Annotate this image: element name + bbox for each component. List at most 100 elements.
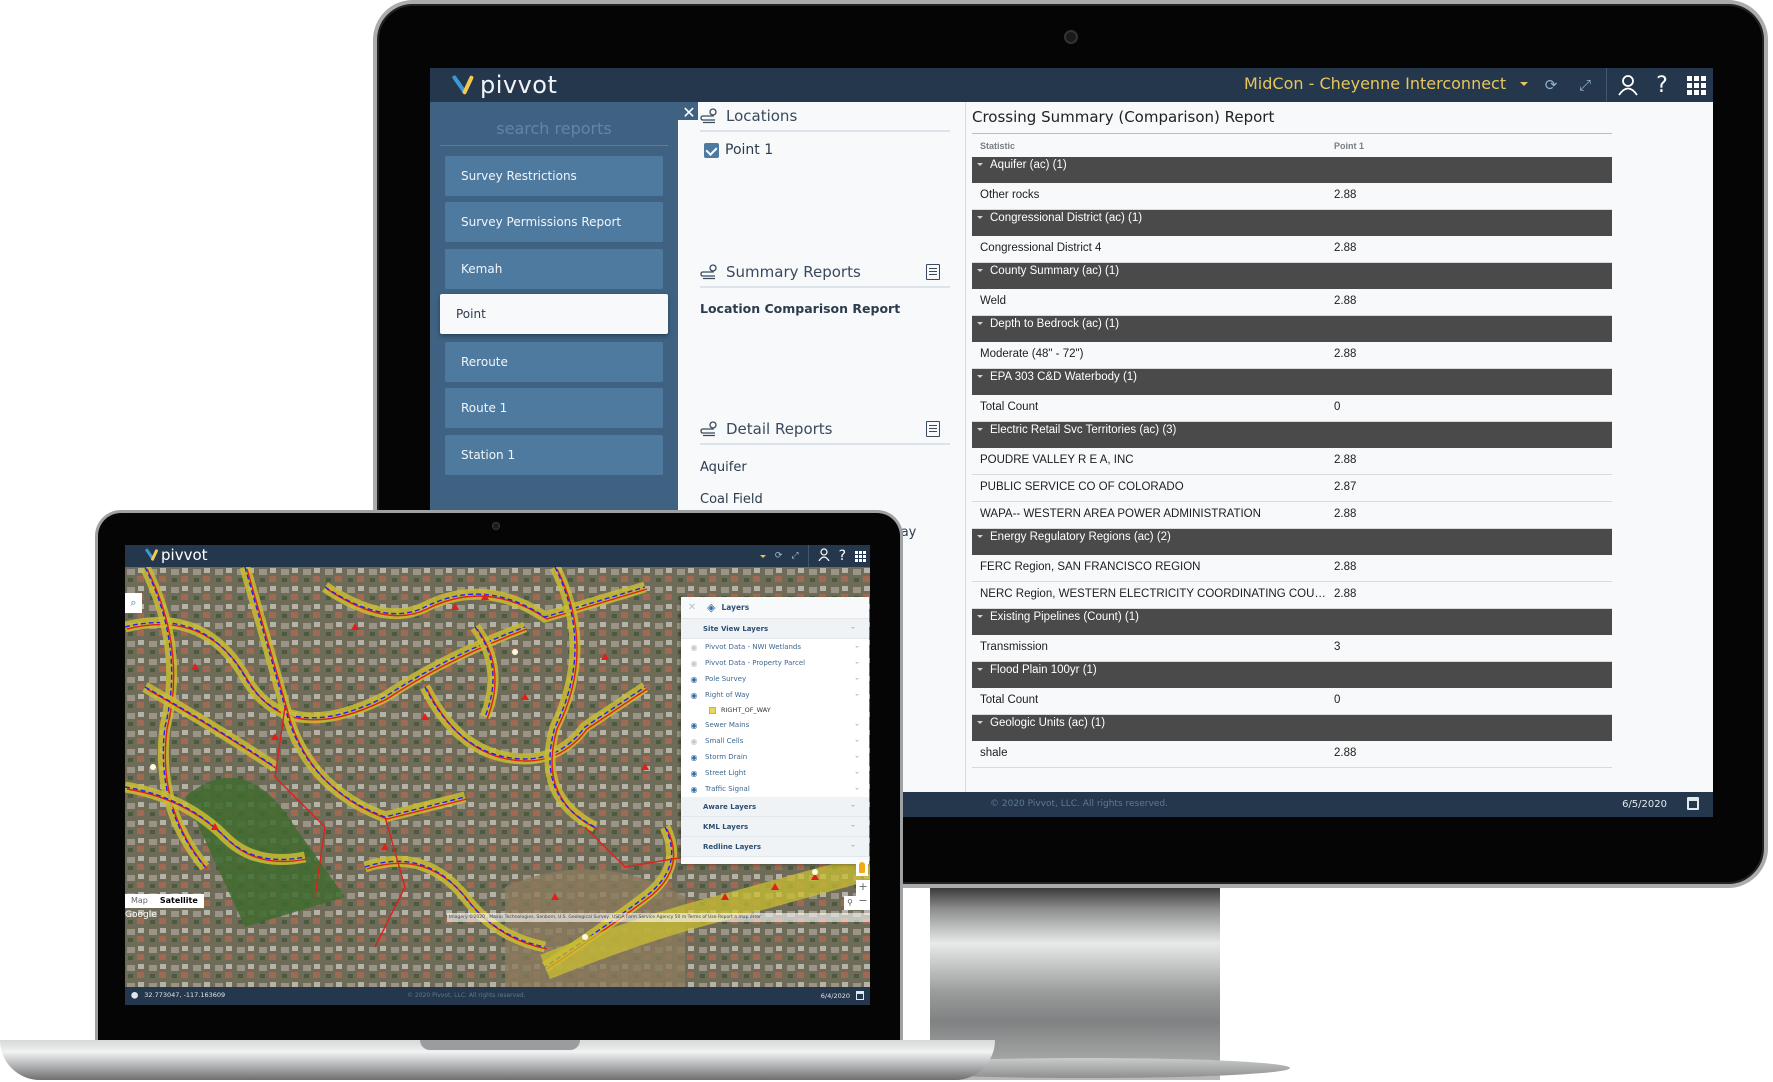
layer-item[interactable]: ◉ Small Cells xyxy=(681,733,869,749)
summary-reports-header: Summary Reports xyxy=(700,258,950,288)
eye-icon[interactable]: ◉ xyxy=(689,675,699,684)
layer-group-header[interactable]: Redline Layers xyxy=(681,837,869,857)
document-icon[interactable] xyxy=(926,264,940,280)
statistic-cell: Other rocks xyxy=(980,189,1040,201)
table-row: Total Count 0 xyxy=(972,688,1612,715)
help-icon[interactable]: ? xyxy=(839,548,846,564)
layer-item[interactable]: ◉ Street Light xyxy=(681,765,869,781)
statistic-cell: WAPA-- WESTERN AREA POWER ADMINISTRATION xyxy=(980,508,1261,520)
street-light-marker[interactable] xyxy=(812,869,818,875)
value-cell: 2.87 xyxy=(1334,481,1357,493)
report-group-header[interactable]: Congressional District (ac) (1) xyxy=(972,210,1612,236)
refresh-icon[interactable]: ⟳ xyxy=(775,551,783,561)
report-group-header[interactable]: Energy Regulatory Regions (ac) (2) xyxy=(972,529,1612,555)
layer-item[interactable]: ◉ Storm Drain xyxy=(681,749,869,765)
layers-title: Layers xyxy=(721,603,750,612)
map-search-button[interactable]: ⌕ xyxy=(125,593,142,613)
eye-off-icon[interactable]: ◉ xyxy=(689,643,699,652)
layer-group-header[interactable]: Site View Layers xyxy=(681,619,869,639)
street-light-marker[interactable] xyxy=(512,649,518,655)
zoom-in-button[interactable]: + xyxy=(856,880,870,894)
sidebar-item-survey-permissions-report[interactable]: Survey Permissions Report xyxy=(445,202,663,242)
value-cell: 2.88 xyxy=(1334,454,1357,466)
layer-label: Pivvot Data - Property Parcel xyxy=(705,659,806,667)
location-pin-button[interactable]: ⚲ xyxy=(844,896,856,910)
checkbox-checked-icon[interactable] xyxy=(704,142,719,158)
report-group-header[interactable]: County Summary (ac) (1) xyxy=(972,263,1612,289)
refresh-icon[interactable]: ⟳ xyxy=(1534,68,1568,102)
eye-off-icon[interactable]: ◉ xyxy=(689,737,699,746)
project-name: MidCon - Cheyenne Interconnect xyxy=(1244,74,1507,93)
location-point-1[interactable]: Point 1 xyxy=(704,142,773,158)
street-light-marker[interactable] xyxy=(150,764,156,770)
summary-report-item[interactable]: Location Comparison Report xyxy=(700,301,900,316)
project-selector[interactable]: MidCon - Cheyenne Interconnect xyxy=(1244,74,1529,93)
layer-item[interactable]: ◉ Pole Survey xyxy=(681,671,869,687)
chevron-down-icon xyxy=(1520,81,1529,86)
calendar-icon[interactable] xyxy=(856,991,864,1000)
report-group-header[interactable]: Aquifer (ac) (1) xyxy=(972,157,1612,183)
chevron-down-icon[interactable] xyxy=(759,554,766,558)
sidebar-item-station-1[interactable]: Station 1 xyxy=(445,435,663,475)
report-group-header[interactable]: Flood Plain 100yr (1) xyxy=(972,662,1612,688)
sidebar-item-reroute[interactable]: Reroute xyxy=(445,342,663,382)
sidebar-item-kemah[interactable]: Kemah xyxy=(445,249,663,289)
close-icon[interactable]: ✕ xyxy=(681,602,703,613)
layer-group-header[interactable]: Aware Layers xyxy=(681,797,869,817)
sidebar-item-point[interactable]: Point xyxy=(440,294,668,334)
map-type-satellite[interactable]: Satellite xyxy=(154,894,204,908)
zoom-out-button[interactable]: − xyxy=(856,894,870,908)
eye-icon[interactable]: ◉ xyxy=(689,721,699,730)
eye-icon[interactable]: ◉ xyxy=(689,691,699,700)
layer-item[interactable]: ◉ Traffic Signal xyxy=(681,781,869,797)
user-icon[interactable] xyxy=(1611,68,1645,102)
location-pin-icon: ⬤ xyxy=(131,991,139,999)
value-cell: 3 xyxy=(1334,641,1341,653)
document-icon[interactable] xyxy=(926,421,940,437)
column-header-point-1[interactable]: Point 1 xyxy=(1334,141,1364,151)
column-header-statistic[interactable]: Statistic xyxy=(972,141,1334,151)
eye-off-icon[interactable]: ◉ xyxy=(689,659,699,668)
sidebar-item-survey-restrictions[interactable]: Survey Restrictions xyxy=(445,156,663,196)
fullscreen-icon[interactable]: ⤢ xyxy=(791,551,798,561)
fullscreen-icon[interactable]: ⤢ xyxy=(1568,68,1602,102)
locations-title: Locations xyxy=(726,107,798,125)
zoom-controls: + − xyxy=(856,880,870,910)
value-cell: 2.88 xyxy=(1334,242,1357,254)
statistic-cell: shale xyxy=(980,747,1008,759)
satellite-map[interactable]: ⌕ ✕ ◈ Layers Site View Layers ◉ Pivvot Dat… xyxy=(125,564,870,987)
close-icon[interactable]: ✕ xyxy=(680,104,698,122)
layer-item[interactable]: ◉ Pivvot Data - Property Parcel xyxy=(681,655,869,671)
report-group-header[interactable]: Depth to Bedrock (ac) (1) xyxy=(972,316,1612,342)
street-light-marker[interactable] xyxy=(582,934,588,940)
layer-item[interactable]: ◉ Sewer Mains xyxy=(681,717,869,733)
table-row: FERC Region, SAN FRANCISCO REGION 2.88 xyxy=(972,555,1612,582)
map-type-map[interactable]: Map xyxy=(125,894,154,908)
help-icon[interactable]: ? xyxy=(1645,68,1679,102)
report-group-header[interactable]: Existing Pipelines (Count) (1) xyxy=(972,609,1612,635)
detail-report-item[interactable]: Coal Field xyxy=(700,492,763,507)
detail-report-item[interactable]: Aquifer xyxy=(700,460,747,475)
pivvot-logo[interactable]: pivvot xyxy=(451,70,557,100)
table-row: Congressional District 4 2.88 xyxy=(972,236,1612,263)
calendar-icon[interactable] xyxy=(1687,797,1699,810)
sidebar-item-route-1[interactable]: Route 1 xyxy=(445,388,663,428)
eye-icon[interactable]: ◉ xyxy=(689,769,699,778)
layer-item[interactable]: ◉ Right of Way xyxy=(681,687,869,703)
logo-mark-icon xyxy=(451,74,476,96)
pivvot-logo[interactable]: pivvot xyxy=(144,546,208,564)
street-view-pegman-icon[interactable] xyxy=(856,860,868,876)
user-icon[interactable] xyxy=(818,547,830,565)
report-group-header[interactable]: EPA 303 C&D Waterbody (1) xyxy=(972,369,1612,395)
report-group-header[interactable]: Electric Retail Svc Territories (ac) (3) xyxy=(972,422,1612,448)
eye-icon[interactable]: ◉ xyxy=(689,753,699,762)
report-group-header[interactable]: Geologic Units (ac) (1) xyxy=(972,715,1612,741)
apps-grid-icon[interactable] xyxy=(855,550,866,562)
apps-grid-icon[interactable] xyxy=(1679,68,1713,102)
layer-group-header[interactable]: KML Layers xyxy=(681,817,869,837)
eye-icon[interactable]: ◉ xyxy=(689,785,699,794)
layer-legend: RIGHT_OF_WAY xyxy=(681,703,869,717)
layer-item[interactable]: ◉ Pivvot Data - NWI Wetlands xyxy=(681,639,869,655)
statistic-cell: Weld xyxy=(980,295,1006,307)
search-reports-input[interactable]: search reports xyxy=(440,112,668,146)
